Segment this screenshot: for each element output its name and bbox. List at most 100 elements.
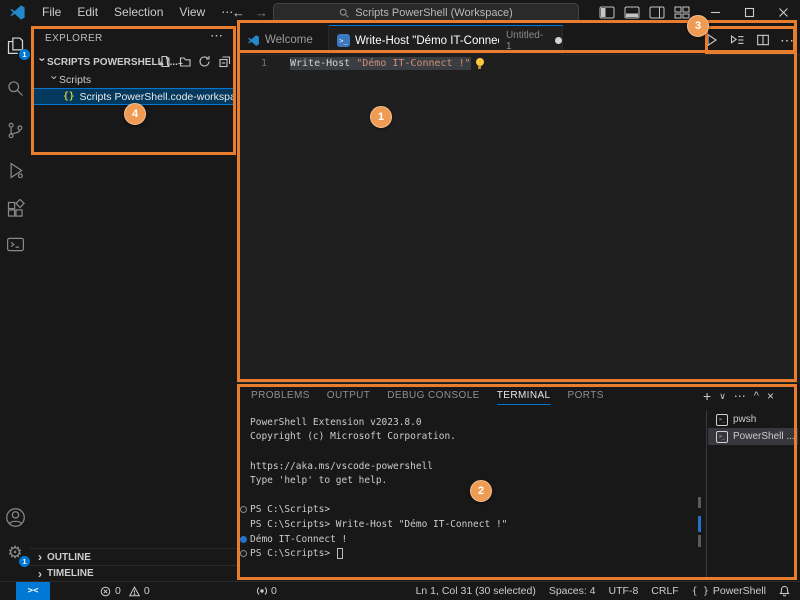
problems-status[interactable]: 0 0 <box>100 582 150 600</box>
cursor-position[interactable]: Ln 1, Col 31 (30 selected) <box>416 585 536 597</box>
eol-sequence[interactable]: CRLF <box>651 585 678 597</box>
json-file-icon: {} <box>63 91 74 102</box>
powershell-file-icon: >_ <box>337 34 350 47</box>
sidebar-title: EXPLORER <box>30 33 103 44</box>
window-controls <box>698 0 800 25</box>
error-count: 0 <box>115 585 121 597</box>
scrollbar-mark <box>698 497 701 508</box>
layout-controls <box>599 0 690 25</box>
new-folder-icon[interactable] <box>178 55 191 68</box>
ports-count: 0 <box>271 585 277 597</box>
terminal-icon: >_ <box>716 414 728 426</box>
terminal-line <box>240 444 700 459</box>
more-actions-icon[interactable]: ⋯ <box>780 33 794 47</box>
panel-tab-debug-console[interactable]: DEBUG CONSOLE <box>387 390 479 404</box>
menu-item-view[interactable]: View <box>171 0 213 25</box>
terminal-dropdown-icon[interactable]: ∨ <box>719 392 726 401</box>
run-debug-icon[interactable] <box>3 158 27 182</box>
activity-bar: 1 ⚙ 1 <box>0 25 31 581</box>
settings-badge: 1 <box>19 556 30 567</box>
search-view-icon[interactable] <box>3 76 27 100</box>
extensions-icon[interactable] <box>3 197 27 221</box>
gutter-spacer <box>240 433 247 440</box>
command-center-search[interactable]: Scripts PowerShell (Workspace) <box>273 3 579 23</box>
customize-layout-icon[interactable] <box>674 6 690 19</box>
panel-tab-problems[interactable]: PROBLEMS <box>251 390 310 404</box>
bell-icon[interactable] <box>779 585 790 597</box>
maximize-button[interactable] <box>732 0 766 25</box>
refresh-icon[interactable] <box>198 55 211 68</box>
account-icon[interactable] <box>3 505 27 529</box>
toggle-sidebar-icon[interactable] <box>599 6 615 19</box>
command-decoration-hollow-icon <box>240 506 247 513</box>
terminal-line: Copyright (c) Microsoft Corporation. <box>240 430 700 445</box>
run-script-icon[interactable] <box>704 32 720 48</box>
close-button[interactable] <box>766 0 800 25</box>
terminal-text: Démo IT-Connect ! <box>250 534 347 545</box>
panel-more-icon[interactable]: ⋯ <box>734 390 746 402</box>
folder-item-scripts[interactable]: › Scripts <box>30 72 237 88</box>
toggle-secondary-sidebar-icon[interactable] <box>649 6 665 19</box>
panel-tab-terminal[interactable]: TERMINAL <box>497 390 551 405</box>
run-selection-icon[interactable] <box>729 32 746 48</box>
editor-tab-bar: Welcome >_ Write-Host "Démo IT-Connect !… <box>237 25 800 55</box>
toggle-panel-icon[interactable] <box>624 6 640 19</box>
panel-splitter[interactable] <box>706 411 707 579</box>
explorer-actions <box>158 55 231 68</box>
search-icon <box>339 8 349 18</box>
remote-icon: >< <box>28 586 39 596</box>
terminal-list-item[interactable]: >_PowerShell ... <box>708 428 798 445</box>
terminal-line: Type 'help' to get help. <box>240 473 700 488</box>
title-bar: FileEditSelectionView⋯ ← → Scripts Power… <box>0 0 800 26</box>
tab-welcome[interactable]: Welcome <box>237 25 329 55</box>
remote-indicator[interactable]: >< <box>16 582 50 600</box>
new-file-icon[interactable] <box>158 55 171 68</box>
terminal-label: pwsh <box>733 414 756 425</box>
menu-bar: FileEditSelectionView⋯ <box>34 0 241 25</box>
settings-gear-icon[interactable]: ⚙ 1 <box>3 540 27 564</box>
encoding[interactable]: UTF-8 <box>609 585 639 597</box>
collapse-all-icon[interactable] <box>218 55 231 68</box>
code-command: Write-Host <box>290 57 350 70</box>
source-control-icon[interactable] <box>3 118 27 142</box>
minimize-button[interactable] <box>698 0 732 25</box>
outline-label: OUTLINE <box>47 552 91 563</box>
bottom-panel: PROBLEMS OUTPUT DEBUG CONSOLE TERMINAL PORTS… <box>237 382 800 581</box>
scrollbar-mark <box>698 516 701 532</box>
language-mode[interactable]: { }PowerShell <box>692 585 766 597</box>
menu-item-edit[interactable]: Edit <box>69 0 106 25</box>
menu-item-file[interactable]: File <box>34 0 69 25</box>
panel-actions: + ∨ ⋯ ^ × <box>703 385 774 407</box>
panel-tab-ports[interactable]: PORTS <box>568 390 604 404</box>
gutter-spacer <box>240 521 247 528</box>
powershell-view-icon[interactable] <box>3 232 27 256</box>
code-editor[interactable]: 1 Write-Host "Démo IT-Connect !" <box>237 55 800 382</box>
tab-label: Write-Host "Démo IT-Connect !" <box>355 35 499 47</box>
close-panel-icon[interactable]: × <box>767 390 774 402</box>
sidebar-more-icon[interactable]: ⋯ <box>210 28 223 44</box>
gutter-spacer <box>240 492 247 499</box>
gutter-spacer <box>240 419 247 426</box>
menu-item-selection[interactable]: Selection <box>106 0 171 25</box>
explorer-badge: 1 <box>19 49 30 60</box>
ports-status[interactable]: 0 <box>256 582 277 600</box>
new-terminal-icon[interactable]: + <box>703 389 711 403</box>
dirty-indicator-icon[interactable] <box>555 37 562 44</box>
file-item-workspace[interactable]: {} Scripts PowerShell.code-workspace <box>32 88 235 105</box>
terminal-list-item[interactable]: >_ pwsh <box>708 411 798 428</box>
lightbulb-icon[interactable] <box>476 58 484 66</box>
timeline-section[interactable]: › TIMELINE <box>30 565 237 581</box>
terminal-label: PowerShell ... <box>733 431 795 442</box>
forward-arrow-icon[interactable]: → <box>255 5 268 20</box>
outline-section[interactable]: › OUTLINE <box>30 548 237 565</box>
code-string: "Démo IT-Connect !" <box>356 57 470 70</box>
terminal-output[interactable]: PowerShell Extension v2023.8.0Copyright … <box>240 415 700 561</box>
tab-untitled-1[interactable]: >_ Write-Host "Démo IT-Connect !" Untitl… <box>329 25 563 55</box>
split-editor-icon[interactable] <box>755 32 771 48</box>
explorer-icon[interactable]: 1 <box>3 33 27 57</box>
panel-tab-output[interactable]: OUTPUT <box>327 390 371 404</box>
editor-actions: ⋯ <box>704 28 794 52</box>
indentation[interactable]: Spaces: 4 <box>549 585 596 597</box>
maximize-panel-icon[interactable]: ^ <box>754 391 759 402</box>
back-arrow-icon[interactable]: ← <box>232 5 245 20</box>
